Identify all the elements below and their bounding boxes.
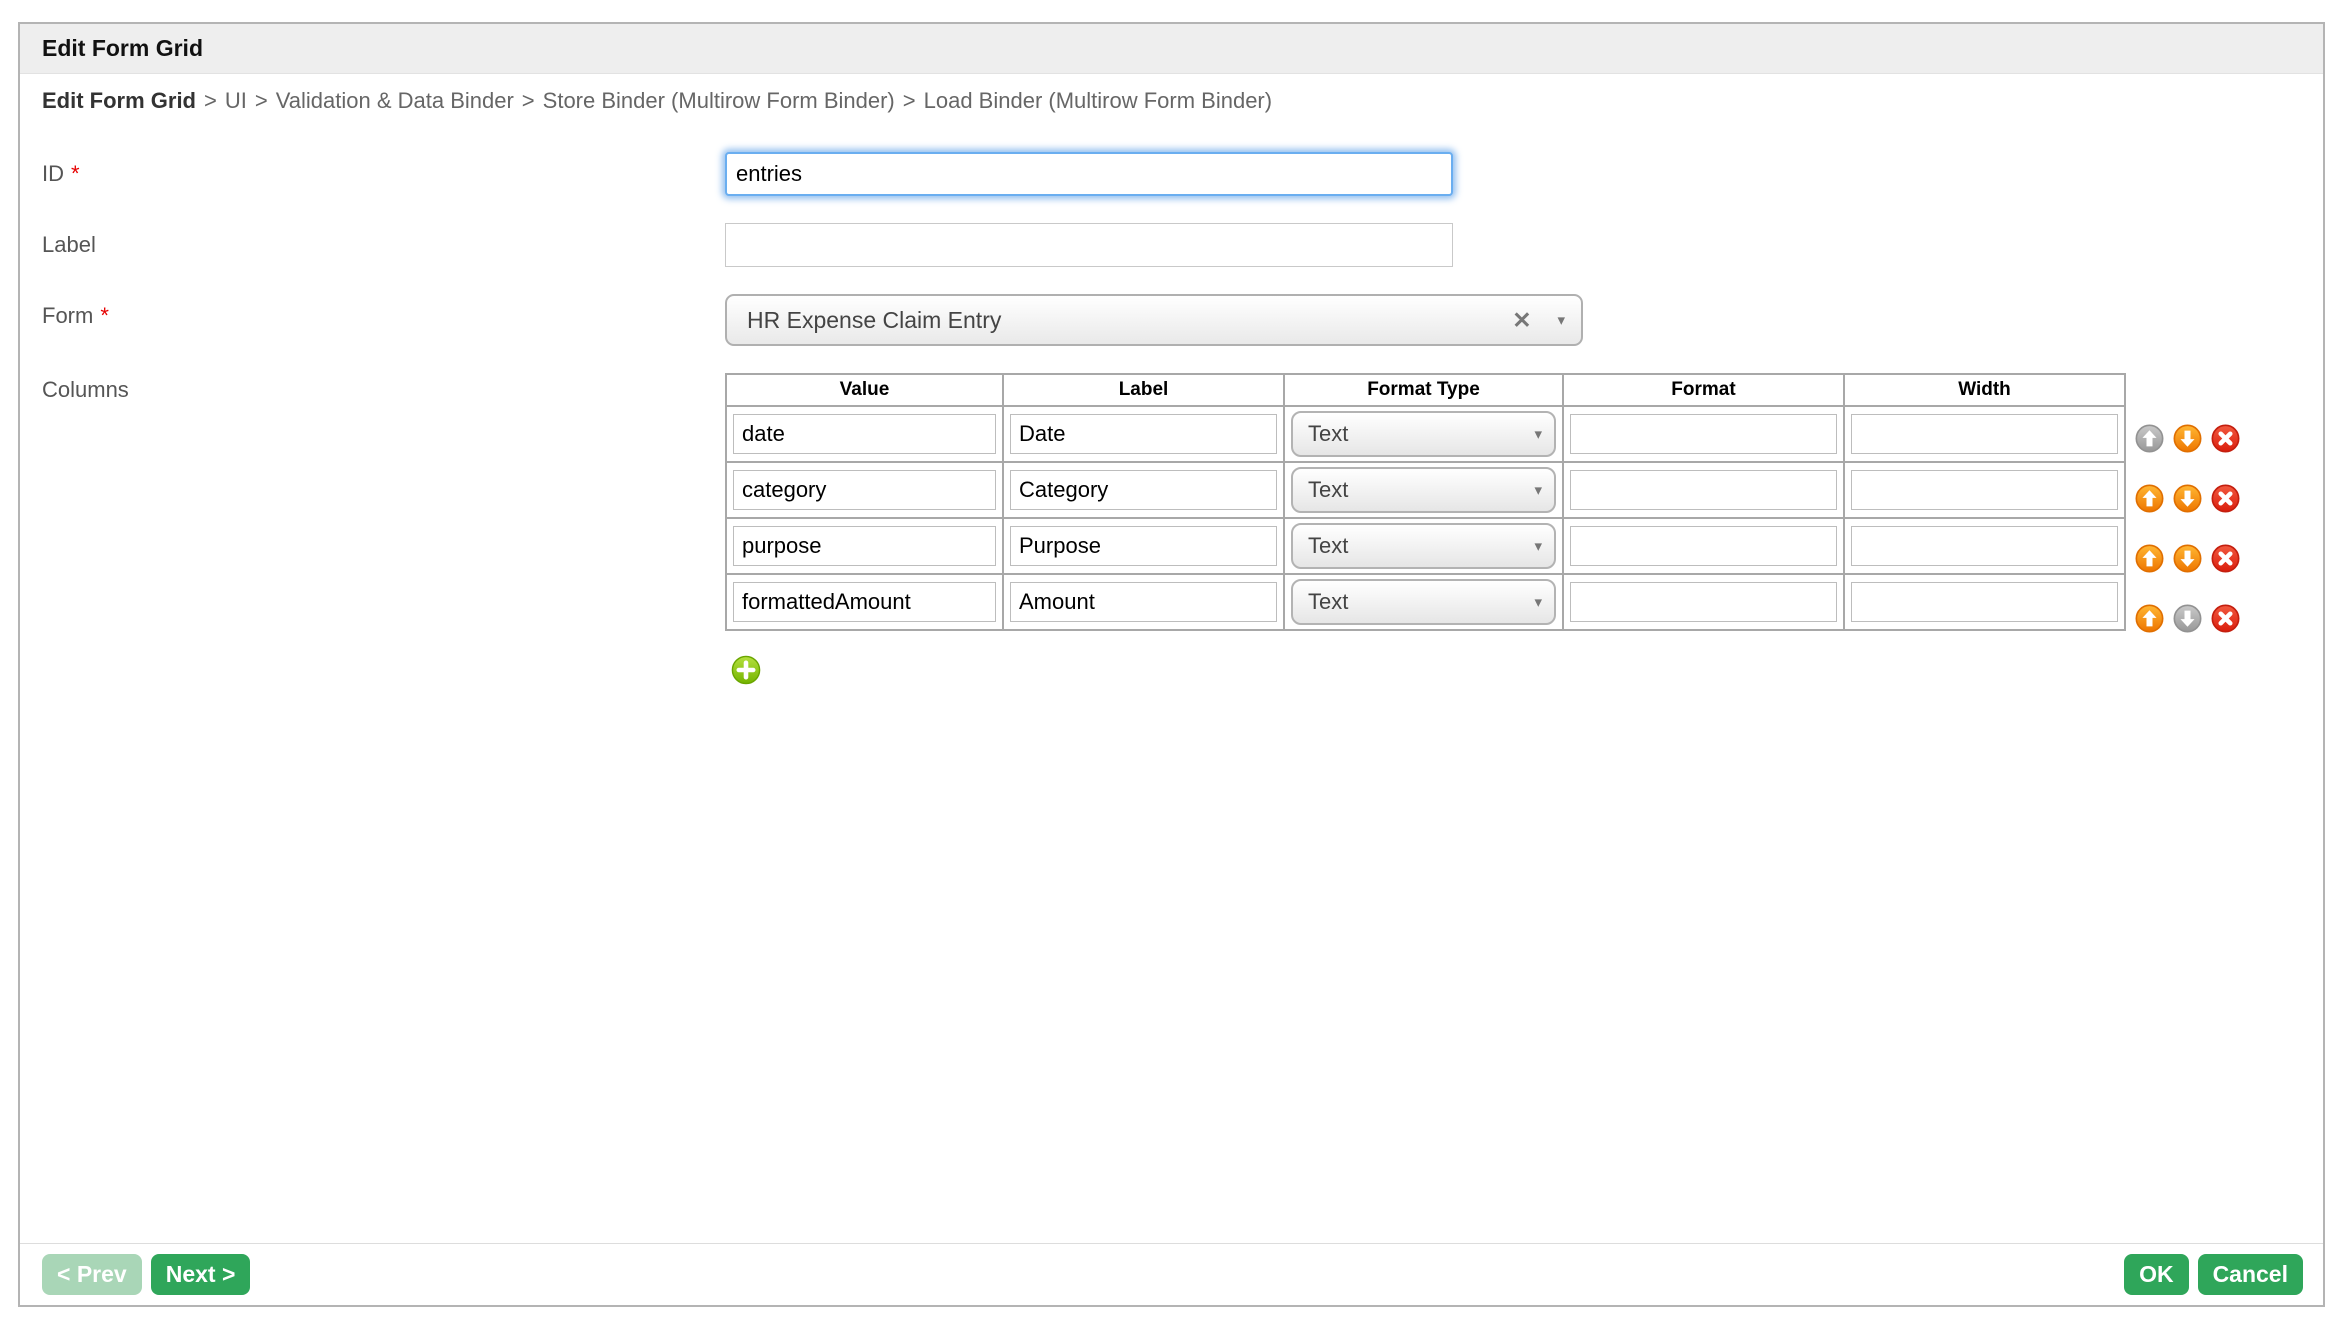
edit-form-grid-dialog: Edit Form Grid Edit Form Grid > UI > Val… bbox=[18, 22, 2325, 1307]
column-header-format-type: Format Type bbox=[1284, 374, 1563, 406]
value-input[interactable] bbox=[733, 470, 996, 510]
format-input[interactable] bbox=[1570, 470, 1837, 510]
width-input[interactable] bbox=[1851, 526, 2118, 566]
form-field-row: Form* HR Expense Claim Entry ✕ ▾ bbox=[42, 294, 2323, 346]
dialog-body: ID* Label Form* HR Expense Claim Entry ✕… bbox=[20, 127, 2323, 685]
chevron-down-icon: ▾ bbox=[1534, 481, 1542, 499]
form-select[interactable]: HR Expense Claim Entry ✕ ▾ bbox=[725, 294, 1583, 346]
label-label: Label bbox=[42, 223, 725, 258]
dialog-footer: < Prev Next > OK Cancel bbox=[20, 1243, 2323, 1305]
label-input[interactable] bbox=[1010, 582, 1277, 622]
column-header-format: Format bbox=[1563, 374, 1844, 406]
chevron-down-icon: ▾ bbox=[1534, 537, 1542, 555]
columns-field-row: Columns Value Label Format Type Format W… bbox=[42, 373, 2323, 685]
delete-icon[interactable] bbox=[2211, 544, 2240, 573]
value-input[interactable] bbox=[733, 414, 996, 454]
breadcrumb-current: Edit Form Grid bbox=[42, 88, 196, 114]
column-header-width: Width bbox=[1844, 374, 2125, 406]
cancel-button[interactable]: Cancel bbox=[2198, 1254, 2303, 1295]
column-header-value: Value bbox=[726, 374, 1003, 406]
label-input[interactable] bbox=[1010, 470, 1277, 510]
format-type-select[interactable]: Text ▾ bbox=[1291, 579, 1556, 625]
clear-icon[interactable]: ✕ bbox=[1512, 307, 1531, 334]
add-icon[interactable] bbox=[731, 655, 761, 685]
table-row: Text ▾ bbox=[726, 518, 2125, 574]
columns-table: Value Label Format Type Format Width bbox=[725, 373, 2126, 631]
nav-buttons: < Prev Next > bbox=[42, 1254, 250, 1295]
form-label: Form* bbox=[42, 294, 725, 329]
move-down-icon[interactable] bbox=[2173, 424, 2202, 453]
move-up-icon[interactable] bbox=[2135, 484, 2164, 513]
delete-icon[interactable] bbox=[2211, 424, 2240, 453]
format-input[interactable] bbox=[1570, 582, 1837, 622]
breadcrumb: Edit Form Grid > UI > Validation & Data … bbox=[20, 74, 2323, 127]
confirm-buttons: OK Cancel bbox=[2124, 1254, 2303, 1295]
move-up-icon bbox=[2135, 424, 2164, 453]
table-row: Text ▾ bbox=[726, 574, 2125, 630]
move-down-icon[interactable] bbox=[2173, 484, 2202, 513]
row-actions bbox=[2135, 468, 2240, 528]
chevron-down-icon: ▾ bbox=[1557, 311, 1565, 329]
breadcrumb-item: Store Binder (Multirow Form Binder) bbox=[543, 88, 895, 114]
move-down-icon[interactable] bbox=[2173, 544, 2202, 573]
format-type-select[interactable]: Text ▾ bbox=[1291, 523, 1556, 569]
move-up-icon[interactable] bbox=[2135, 604, 2164, 633]
columns-label: Columns bbox=[42, 373, 725, 403]
width-input[interactable] bbox=[1851, 470, 2118, 510]
required-asterisk: * bbox=[71, 161, 80, 186]
id-label: ID* bbox=[42, 152, 725, 187]
width-input[interactable] bbox=[1851, 414, 2118, 454]
next-button[interactable]: Next > bbox=[151, 1254, 251, 1295]
move-down-icon bbox=[2173, 604, 2202, 633]
add-column-row bbox=[731, 655, 2240, 685]
row-actions-column bbox=[2135, 373, 2240, 648]
table-row: Text ▾ bbox=[726, 462, 2125, 518]
breadcrumb-item: UI bbox=[225, 88, 247, 114]
dialog-title: Edit Form Grid bbox=[20, 24, 2323, 74]
delete-icon[interactable] bbox=[2211, 484, 2240, 513]
breadcrumb-separator: > bbox=[204, 88, 217, 114]
ok-button[interactable]: OK bbox=[2124, 1254, 2189, 1295]
format-input[interactable] bbox=[1570, 526, 1837, 566]
column-header-label: Label bbox=[1003, 374, 1284, 406]
table-row: Text ▾ bbox=[726, 406, 2125, 462]
id-field-row: ID* bbox=[42, 152, 2323, 196]
columns-editor: Value Label Format Type Format Width bbox=[725, 373, 2240, 685]
breadcrumb-item: Load Binder (Multirow Form Binder) bbox=[924, 88, 1272, 114]
label-input[interactable] bbox=[1010, 414, 1277, 454]
row-actions bbox=[2135, 408, 2240, 468]
label-input[interactable] bbox=[725, 223, 1453, 267]
prev-button[interactable]: < Prev bbox=[42, 1254, 142, 1295]
chevron-down-icon: ▾ bbox=[1534, 593, 1542, 611]
format-input[interactable] bbox=[1570, 414, 1837, 454]
form-select-value: HR Expense Claim Entry bbox=[747, 307, 1512, 334]
value-input[interactable] bbox=[733, 582, 996, 622]
table-header-row: Value Label Format Type Format Width bbox=[726, 374, 2125, 406]
chevron-down-icon: ▾ bbox=[1534, 425, 1542, 443]
value-input[interactable] bbox=[733, 526, 996, 566]
breadcrumb-separator: > bbox=[903, 88, 916, 114]
label-field-row: Label bbox=[42, 223, 2323, 267]
required-asterisk: * bbox=[100, 303, 109, 328]
label-input[interactable] bbox=[1010, 526, 1277, 566]
width-input[interactable] bbox=[1851, 582, 2118, 622]
breadcrumb-separator: > bbox=[522, 88, 535, 114]
format-type-select[interactable]: Text ▾ bbox=[1291, 467, 1556, 513]
id-input[interactable] bbox=[725, 152, 1453, 196]
breadcrumb-item: Validation & Data Binder bbox=[276, 88, 514, 114]
row-actions bbox=[2135, 528, 2240, 588]
move-up-icon[interactable] bbox=[2135, 544, 2164, 573]
breadcrumb-separator: > bbox=[255, 88, 268, 114]
row-actions bbox=[2135, 588, 2240, 648]
format-type-select[interactable]: Text ▾ bbox=[1291, 411, 1556, 457]
delete-icon[interactable] bbox=[2211, 604, 2240, 633]
